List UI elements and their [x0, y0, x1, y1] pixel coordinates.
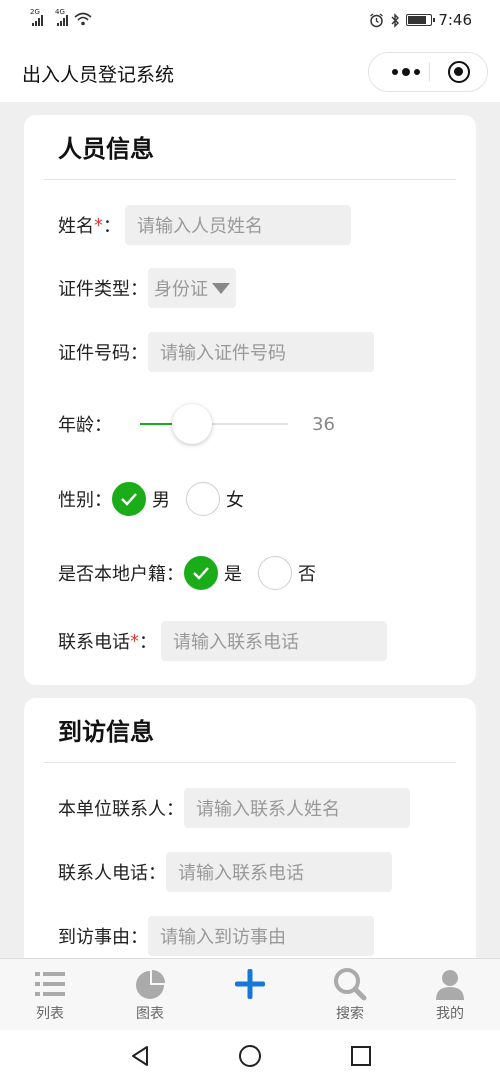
phone-row: 联系电话 *： 请输入联系电话 [58, 621, 387, 661]
contact-phone-row: 联系人电话： 请输入联系电话 [58, 852, 392, 892]
alarm-icon [370, 12, 384, 27]
gender-female-radio[interactable] [186, 482, 220, 516]
tab-search[interactable]: 搜索 [300, 959, 400, 1031]
dropdown-arrow-icon [212, 282, 230, 294]
id-number-label: 证件号码： [58, 343, 148, 364]
local-residence-row: 是否本地户籍： 是 否 [58, 553, 332, 593]
id-number-row: 证件号码： 请输入证件号码 [58, 332, 374, 372]
local-no-radio[interactable] [258, 556, 292, 590]
check-icon [193, 567, 209, 580]
id-number-input[interactable]: 请输入证件号码 [148, 332, 374, 372]
app-title: 出入人员登记系统 [22, 64, 175, 86]
gender-label: 性别： [58, 490, 112, 511]
name-row: 姓名 *： 请输入人员姓名 [58, 205, 351, 245]
gender-row: 性别： 男 女 [58, 479, 260, 519]
signal-4g-icon: 4G [55, 8, 68, 26]
reason-label: 到访事由： [58, 927, 148, 948]
contact-row: 本单位联系人： 请输入联系人姓名 [58, 788, 410, 828]
required-mark: * [130, 630, 139, 652]
check-icon [121, 493, 137, 506]
status-bar: 2G 4G 7:46 [0, 0, 500, 40]
local-no-label: 否 [298, 564, 316, 585]
gender-female-label: 女 [226, 490, 244, 511]
age-slider[interactable] [140, 404, 288, 444]
contact-input[interactable]: 请输入联系人姓名 [184, 788, 410, 828]
reason-row: 到访事由： 请输入到访事由 [58, 916, 374, 956]
list-icon [35, 972, 65, 996]
id-type-picker[interactable]: 身份证 [148, 268, 236, 308]
title-bar: 出入人员登记系统 [0, 40, 500, 102]
age-slider-fill [140, 423, 173, 425]
gender-male-label: 男 [152, 490, 170, 511]
tab-add[interactable] [200, 959, 300, 1031]
bottom-tab-bar: 列表 图表 搜索 我的 [0, 958, 500, 1030]
required-mark: * [94, 214, 103, 236]
visit-info-title: 到访信息 [58, 718, 154, 746]
person-info-card: 人员信息 姓名 *： 请输入人员姓名 证件类型： 身份证 证件号码： 请输入证件号… [24, 115, 476, 685]
search-icon [334, 968, 367, 1001]
name-label: 姓名 [58, 216, 94, 237]
mini-program-capsule [368, 52, 488, 92]
person-info-title: 人员信息 [58, 135, 154, 163]
name-input[interactable]: 请输入人员姓名 [125, 205, 351, 245]
phone-input[interactable]: 请输入联系电话 [161, 621, 387, 661]
wifi-icon [74, 12, 92, 26]
id-type-row: 证件类型： 身份证 [58, 268, 236, 308]
age-label: 年龄： [58, 415, 112, 436]
id-type-label: 证件类型： [58, 279, 148, 300]
contact-phone-label: 联系人电话： [58, 863, 166, 884]
add-icon [235, 969, 265, 999]
phone-label: 联系电话 [58, 632, 130, 653]
tab-mine[interactable]: 我的 [400, 959, 500, 1031]
age-slider-thumb[interactable] [172, 404, 213, 444]
bluetooth-icon [391, 12, 400, 28]
more-options-button[interactable] [383, 53, 429, 91]
contact-label: 本单位联系人： [58, 799, 184, 820]
user-icon [436, 970, 464, 1000]
system-nav-bar [0, 1030, 500, 1083]
local-yes-radio[interactable] [184, 556, 218, 590]
tab-chart[interactable]: 图表 [100, 959, 200, 1031]
back-icon[interactable] [130, 1045, 150, 1067]
pie-chart-icon [136, 970, 165, 999]
close-target-button[interactable] [448, 61, 470, 83]
gender-male-radio[interactable] [112, 482, 146, 516]
local-yes-label: 是 [224, 564, 242, 585]
reason-input[interactable]: 请输入到访事由 [148, 916, 374, 956]
status-time: 7:46 [438, 11, 472, 29]
local-residence-label: 是否本地户籍： [58, 564, 184, 585]
age-value: 36 [312, 413, 335, 435]
home-icon[interactable] [239, 1045, 261, 1067]
battery-icon [406, 14, 436, 26]
age-row: 年龄： 36 [58, 404, 335, 444]
tab-list[interactable]: 列表 [0, 959, 100, 1031]
signal-2g-icon: 2G [30, 8, 43, 26]
visit-info-card: 到访信息 本单位联系人： 请输入联系人姓名 联系人电话： 请输入联系电话 到访事… [24, 698, 476, 998]
contact-phone-input[interactable]: 请输入联系电话 [166, 852, 392, 892]
recent-apps-icon[interactable] [351, 1046, 371, 1066]
